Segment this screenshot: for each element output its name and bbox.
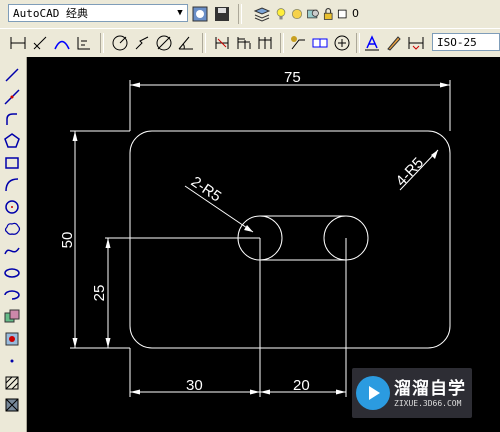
dimension-hole-height-label: 25 [91,285,108,302]
ellipse-arc-tool-icon[interactable] [2,285,22,305]
dimension-style-label: ISO-25 [437,36,477,49]
hatch-tool-icon[interactable] [2,373,22,393]
center-mark-icon[interactable] [332,33,352,53]
workspace-dropdown[interactable]: AutoCAD 经典 ▼ [8,4,188,22]
circle-tool-icon[interactable] [2,197,22,217]
outer-rounded-rectangle [129,130,451,349]
arc-tool-icon[interactable] [2,175,22,195]
ordinate-dimension-icon[interactable] [74,33,94,53]
revision-cloud-icon[interactable] [2,219,22,239]
quick-dimension-icon[interactable] [212,33,232,53]
dimension-style-dropdown[interactable]: ISO-25 [432,33,500,51]
slot-tangent-lines [260,215,346,261]
polygon-tool-icon[interactable] [2,131,22,151]
dimension-edit-icon[interactable] [362,33,382,53]
dimension-width-label: 75 [284,69,301,86]
layer-freeze-icon[interactable] [290,4,304,24]
jogged-dimension-icon[interactable] [132,33,152,53]
dimension-hole-x-label: 30 [186,377,203,394]
dimension-toolbar: ISO-25 [0,28,500,58]
workspace-settings-icon[interactable] [190,4,210,24]
draw-toolbar [0,57,27,432]
save-workspace-icon[interactable] [212,4,232,24]
diameter-dimension-icon[interactable] [154,33,174,53]
construction-line-icon[interactable] [2,87,22,107]
layer-on-bulb-icon[interactable] [274,4,288,24]
hole-height-dimension-lines [100,237,260,349]
toolbar-separator [100,33,104,53]
toolbar-separator [202,33,206,53]
chevron-down-icon: ▼ [177,8,183,18]
height-dimension-lines [70,130,130,349]
aligned-dimension-icon[interactable] [30,33,50,53]
make-block-icon[interactable] [2,329,22,349]
quick-leader-icon[interactable] [288,33,308,53]
arc-length-icon[interactable] [52,33,72,53]
layer-viewport-icon[interactable] [306,4,320,24]
watermark-url: ZIXUE.3D66.COM [394,399,462,408]
bottom-dimension-lines [129,238,347,397]
dimension-slot-length-label: 20 [293,377,310,394]
linear-dimension-icon[interactable] [8,33,28,53]
ellipse-tool-icon[interactable] [2,263,22,283]
layer-lock-icon[interactable] [322,4,336,24]
polyline-tool-icon[interactable] [2,109,22,129]
toolbar-separator [280,33,284,53]
point-tool-icon[interactable] [2,351,22,371]
current-layer-name[interactable]: 0 [352,7,359,20]
watermark-logo: 溜溜自学 ZIXUE.3D66.COM [352,368,472,418]
tolerance-icon[interactable] [310,33,330,53]
dimension-text-edit-icon[interactable] [384,33,404,53]
toolbar-separator [238,4,242,24]
layer-manager-icon[interactable] [252,4,272,24]
radius-dimension-icon[interactable] [110,33,130,53]
rectangle-tool-icon[interactable] [2,153,22,173]
toolbar-separator [356,33,360,53]
watermark-play-icon [356,376,390,410]
baseline-dimension-icon[interactable] [234,33,254,53]
gradient-tool-icon[interactable] [2,395,22,415]
workspace-toolbar: AutoCAD 经典 ▼ 0 [0,0,500,29]
insert-block-icon[interactable] [2,307,22,327]
width-dimension-lines [129,80,451,131]
angular-dimension-icon[interactable] [176,33,196,53]
dimension-height-label: 50 [59,232,76,249]
layer-color-swatch-icon[interactable] [336,4,350,24]
dimension-update-icon[interactable] [406,33,426,53]
watermark-title: 溜溜自学 [394,379,466,399]
workspace-label: AutoCAD 经典 [13,7,88,20]
line-tool-icon[interactable] [2,65,22,85]
corner-radius-label: 4-R5 [392,154,427,189]
spline-tool-icon[interactable] [2,241,22,261]
continue-dimension-icon[interactable] [256,33,276,53]
